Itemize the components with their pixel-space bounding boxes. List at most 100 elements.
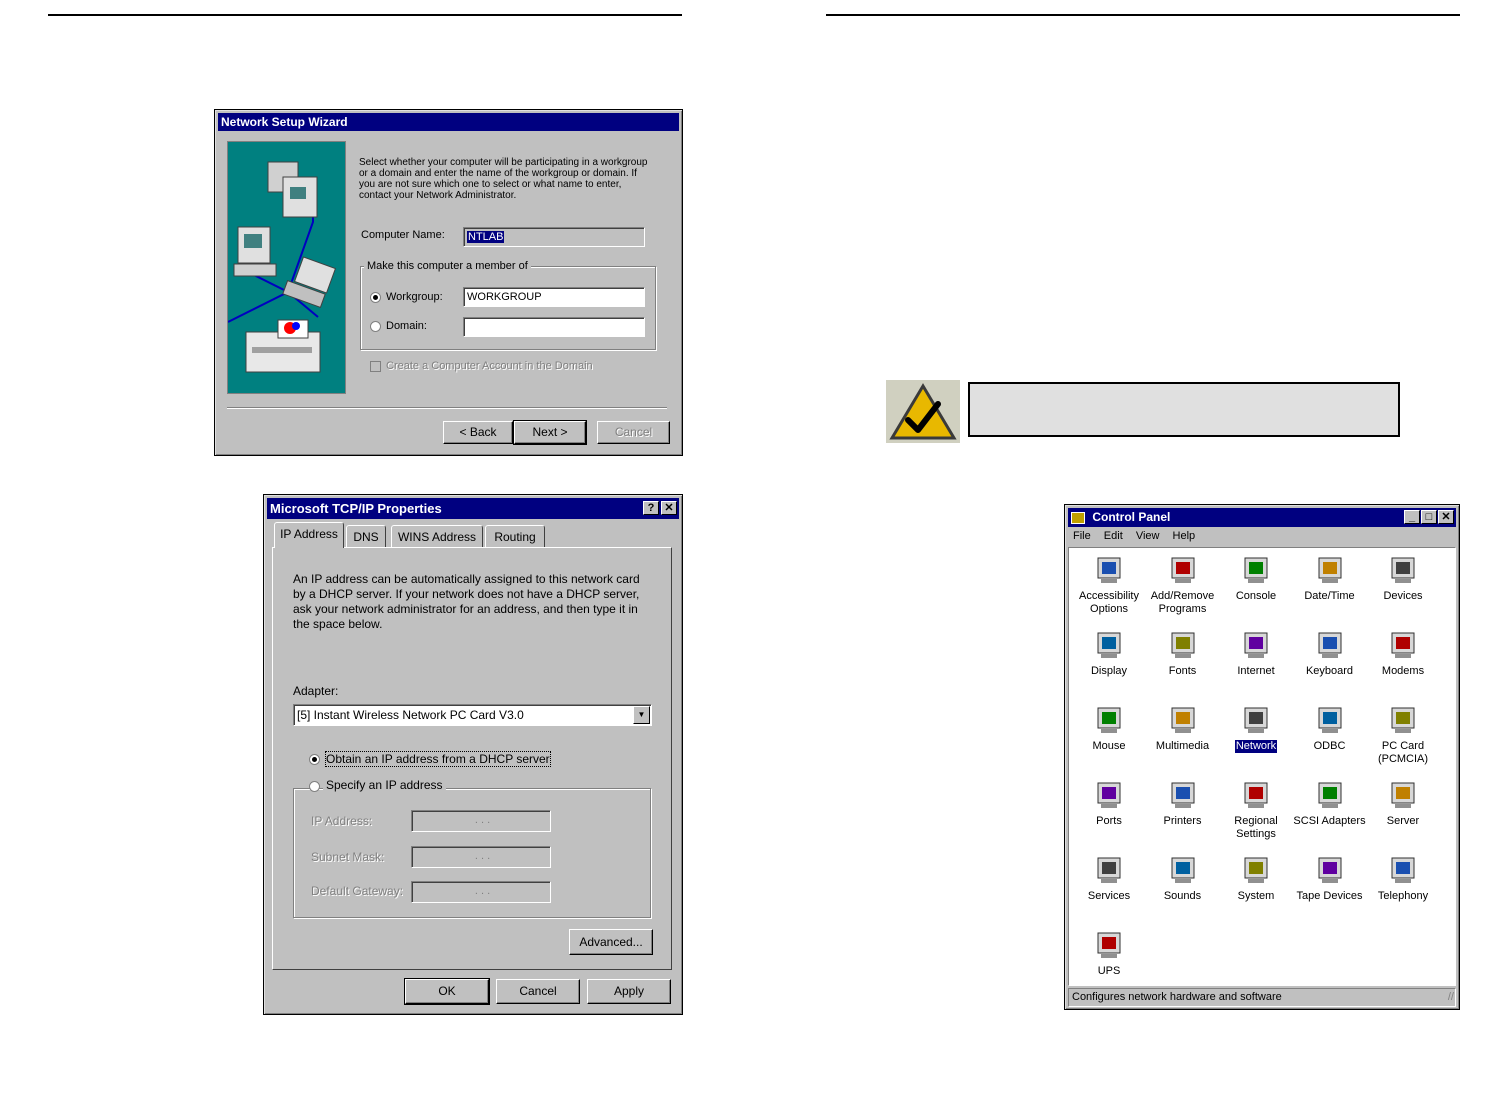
create-account-label: Create a Computer Account in the Domain bbox=[386, 360, 593, 372]
control-panel-item-add-remove-programs[interactable]: Add/Remove Programs bbox=[1145, 554, 1221, 616]
control-panel-item-label: Telephony bbox=[1377, 890, 1429, 902]
network-computers-icon bbox=[227, 161, 337, 373]
control-panel-item-label: Ports bbox=[1096, 815, 1122, 827]
menu-edit[interactable]: Edit bbox=[1104, 530, 1123, 542]
ok-button[interactable]: OK bbox=[404, 978, 490, 1005]
control-panel-item-label: PC Card (PCMCIA) bbox=[1377, 740, 1429, 765]
control-panel-item-label: Fonts bbox=[1168, 665, 1197, 677]
tcpip-description-line: An IP address can be automatically assig… bbox=[293, 572, 640, 586]
control-panel-item-keyboard[interactable]: Keyboard bbox=[1292, 629, 1368, 678]
checkmark-warning-icon bbox=[889, 383, 957, 440]
control-panel-item-mouse[interactable]: Mouse bbox=[1071, 704, 1147, 753]
control-panel-item-multimedia[interactable]: Multimedia bbox=[1145, 704, 1221, 753]
odbc-icon bbox=[1318, 707, 1341, 733]
minimize-button[interactable]: _ bbox=[1404, 510, 1420, 524]
control-panel-item-internet[interactable]: Internet bbox=[1218, 629, 1294, 678]
close-button[interactable]: ✕ bbox=[1438, 510, 1454, 524]
control-panel-item-telephony[interactable]: Telephony bbox=[1365, 854, 1441, 903]
control-panel-item-regional-settings[interactable]: Regional Settings bbox=[1218, 779, 1294, 841]
control-panel-item-accessibility[interactable]: Accessibility Options bbox=[1071, 554, 1147, 616]
ip-address-field[interactable]: . . . bbox=[411, 810, 551, 832]
workgroup-radio[interactable] bbox=[370, 292, 381, 303]
control-panel-item-scsi-adapters[interactable]: SCSI Adapters bbox=[1292, 779, 1368, 828]
tab-ip-address[interactable]: IP Address bbox=[274, 522, 344, 548]
control-panel-title: Control Panel _ □ ✕ bbox=[1068, 508, 1456, 527]
wizard-description: Select whether your computer will be par… bbox=[359, 157, 647, 201]
obtain-ip-label: Obtain an IP address from a DHCP server bbox=[325, 751, 551, 767]
menu-file[interactable]: File bbox=[1073, 530, 1091, 542]
note-box bbox=[968, 382, 1400, 437]
control-panel-item-ups[interactable]: UPS bbox=[1071, 929, 1147, 978]
close-button[interactable]: ✕ bbox=[661, 501, 677, 515]
tab-wins-address[interactable]: WINS Address bbox=[391, 525, 483, 547]
status-text: Configures network hardware and software bbox=[1072, 991, 1282, 1003]
status-bar: Configures network hardware and software… bbox=[1068, 988, 1456, 1007]
control-panel-item-system[interactable]: System bbox=[1218, 854, 1294, 903]
control-panel-item-label: Display bbox=[1090, 665, 1128, 677]
resize-grip-icon[interactable]: // bbox=[1448, 989, 1454, 1006]
create-account-checkbox[interactable] bbox=[370, 361, 381, 372]
control-panel-item-label: Keyboard bbox=[1305, 665, 1354, 677]
control-panel-item-ports[interactable]: Ports bbox=[1071, 779, 1147, 828]
right-page-top-rule bbox=[826, 14, 1460, 16]
tab-dns[interactable]: DNS bbox=[346, 525, 386, 547]
maximize-button[interactable]: □ bbox=[1421, 510, 1437, 524]
control-panel-item-pc-card[interactable]: PC Card (PCMCIA) bbox=[1365, 704, 1441, 766]
domain-label: Domain: bbox=[386, 320, 427, 332]
pc-card-icon bbox=[1391, 707, 1415, 733]
control-panel-item-modems[interactable]: Modems bbox=[1365, 629, 1441, 678]
add-remove-programs-icon bbox=[1171, 557, 1194, 583]
tcpip-description-line: ask your network administrator for an ad… bbox=[293, 602, 638, 616]
advanced-button[interactable]: Advanced... bbox=[569, 929, 653, 955]
control-panel-item-label: Regional Settings bbox=[1234, 815, 1278, 840]
dropdown-arrow-icon[interactable]: ▼ bbox=[633, 706, 650, 724]
control-panel-item-label: Accessibility Options bbox=[1079, 590, 1139, 615]
control-panel-item-printers[interactable]: Printers bbox=[1145, 779, 1221, 828]
control-panel-item-label: Services bbox=[1087, 890, 1131, 902]
server-icon bbox=[1391, 782, 1415, 808]
control-panel-item-display[interactable]: Display bbox=[1071, 629, 1147, 678]
control-panel-item-server[interactable]: Server bbox=[1365, 779, 1441, 828]
control-panel-item-label: Devices bbox=[1383, 590, 1423, 602]
control-panel-item-label: Date/Time bbox=[1304, 590, 1355, 602]
apply-button[interactable]: Apply bbox=[587, 979, 671, 1004]
computer-name-field[interactable]: NTLAB bbox=[463, 227, 645, 247]
control-panel-item-label: UPS bbox=[1097, 965, 1121, 977]
wizard-description-line: or a domain and enter the name of the wo… bbox=[359, 168, 637, 179]
adapter-label: Adapter: bbox=[293, 684, 339, 698]
domain-field[interactable] bbox=[463, 317, 645, 337]
menu-view[interactable]: View bbox=[1136, 530, 1160, 542]
default-gateway-field[interactable]: . . . bbox=[411, 881, 551, 903]
adapter-select[interactable]: [5] Instant Wireless Network PC Card V3.… bbox=[293, 704, 652, 726]
back-button[interactable]: < Back bbox=[443, 421, 513, 444]
devices-icon bbox=[1391, 557, 1415, 583]
control-panel-item-fonts[interactable]: Fonts bbox=[1145, 629, 1221, 678]
tcpip-title: Microsoft TCP/IP Properties ? ✕ bbox=[267, 498, 679, 519]
tcpip-title-text: Microsoft TCP/IP Properties bbox=[270, 501, 442, 516]
obtain-ip-radio[interactable] bbox=[309, 754, 320, 765]
workgroup-field[interactable]: WORKGROUP bbox=[463, 287, 645, 307]
control-panel-item-tape-devices[interactable]: Tape Devices bbox=[1292, 854, 1368, 903]
subnet-mask-dots: . . . bbox=[474, 850, 491, 862]
control-panel-item-sounds[interactable]: Sounds bbox=[1145, 854, 1221, 903]
control-panel-item-network[interactable]: Network bbox=[1218, 704, 1294, 754]
menu-help[interactable]: Help bbox=[1173, 530, 1196, 542]
tab-routing[interactable]: Routing bbox=[485, 525, 545, 547]
control-panel-item-devices[interactable]: Devices bbox=[1365, 554, 1441, 603]
workgroup-label: Workgroup: bbox=[386, 291, 443, 303]
next-button[interactable]: Next > bbox=[513, 420, 587, 445]
specify-ip-radio[interactable] bbox=[309, 781, 320, 792]
control-panel-title-icon bbox=[1071, 511, 1085, 524]
tcpip-cancel-button[interactable]: Cancel bbox=[496, 979, 580, 1004]
control-panel-item-services[interactable]: Services bbox=[1071, 854, 1147, 903]
domain-radio[interactable] bbox=[370, 321, 381, 332]
ip-address-label: IP Address: bbox=[311, 814, 373, 828]
subnet-mask-field[interactable]: . . . bbox=[411, 846, 551, 868]
control-panel-item-console[interactable]: Console bbox=[1218, 554, 1294, 603]
control-panel-item-odbc[interactable]: ODBC bbox=[1292, 704, 1368, 753]
left-page-top-rule bbox=[48, 14, 682, 16]
control-panel-item-date-time[interactable]: Date/Time bbox=[1292, 554, 1368, 603]
network-icon bbox=[1244, 707, 1268, 733]
wizard-cancel-button[interactable]: Cancel bbox=[597, 421, 670, 444]
help-button[interactable]: ? bbox=[643, 501, 659, 515]
